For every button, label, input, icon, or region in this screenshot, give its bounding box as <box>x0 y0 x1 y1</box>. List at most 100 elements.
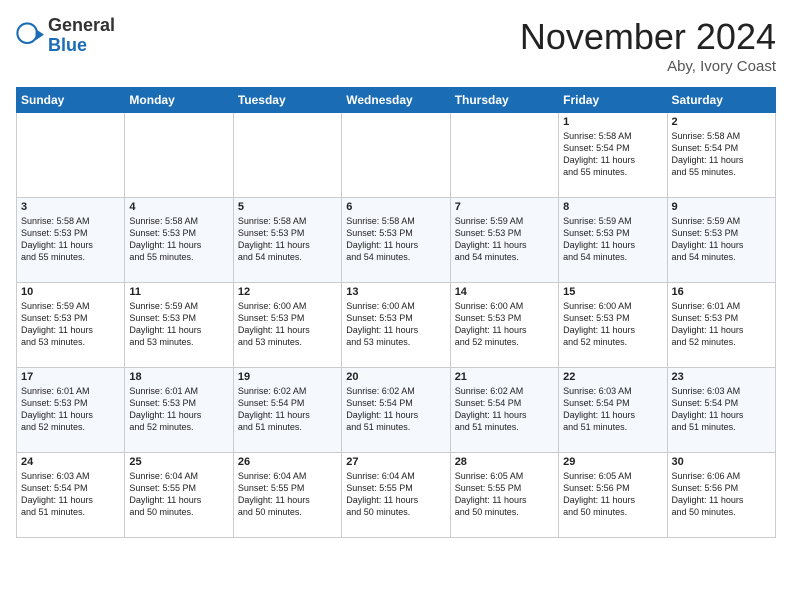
calendar-cell: 17 Sunrise: 6:01 AM Sunset: 5:53 PM Dayli… <box>17 368 125 453</box>
calendar-cell: 29Sunrise: 6:05 AM Sunset: 5:56 PM Dayli… <box>559 453 667 538</box>
calendar-cell: 20 Sunrise: 6:02 AM Sunset: 5:54 PM Dayli… <box>342 368 450 453</box>
calendar-cell: 30 Sunrise: 6:06 AM Sunset: 5:56 PM Dayli… <box>667 453 775 538</box>
calendar-cell: 18 Sunrise: 6:01 AM Sunset: 5:53 PM Dayli… <box>125 368 233 453</box>
month-title: November 2024 <box>520 16 776 58</box>
calendar-cell: 24 Sunrise: 6:03 AM Sunset: 5:54 PM Dayli… <box>17 453 125 538</box>
day-number: 1 <box>563 116 662 128</box>
cell-info: Sunrise: 6:00 AM Sunset: 5:53 PM Dayligh… <box>455 300 554 349</box>
day-number: 30 <box>672 456 771 468</box>
day-number: 26 <box>238 456 337 468</box>
cell-info: Sunrise: 6:01 AM Sunset: 5:53 PM Dayligh… <box>21 385 120 434</box>
day-number: 19 <box>238 371 337 383</box>
day-number: 17 <box>21 371 120 383</box>
calendar-cell: 12Sunrise: 6:00 AM Sunset: 5:53 PM Dayli… <box>233 283 341 368</box>
day-number: 4 <box>129 201 228 213</box>
cell-info: Sunrise: 6:02 AM Sunset: 5:54 PM Dayligh… <box>346 385 445 434</box>
day-number: 8 <box>563 201 662 213</box>
calendar-week-row: 17 Sunrise: 6:01 AM Sunset: 5:53 PM Dayli… <box>17 368 776 453</box>
cell-info: Sunrise: 5:59 AM Sunset: 5:53 PM Dayligh… <box>129 300 228 349</box>
calendar-cell: 6 Sunrise: 5:58 AM Sunset: 5:53 PM Daylig… <box>342 198 450 283</box>
day-number: 11 <box>129 286 228 298</box>
logo-icon <box>16 22 44 50</box>
calendar-cell: 28 Sunrise: 6:05 AM Sunset: 5:55 PM Dayli… <box>450 453 558 538</box>
cell-info: Sunrise: 5:59 AM Sunset: 5:53 PM Dayligh… <box>563 215 662 264</box>
title-block: November 2024 Aby, Ivory Coast <box>520 16 776 75</box>
calendar-cell: 27 Sunrise: 6:04 AM Sunset: 5:55 PM Dayli… <box>342 453 450 538</box>
weekday-header: Saturday <box>667 88 775 113</box>
calendar-week-row: 1 Sunrise: 5:58 AM Sunset: 5:54 PM Daylig… <box>17 113 776 198</box>
calendar-cell: 7Sunrise: 5:59 AM Sunset: 5:53 PM Daylig… <box>450 198 558 283</box>
cell-info: Sunrise: 5:58 AM Sunset: 5:53 PM Dayligh… <box>238 215 337 264</box>
weekday-header: Monday <box>125 88 233 113</box>
day-number: 14 <box>455 286 554 298</box>
calendar-cell: 4 Sunrise: 5:58 AM Sunset: 5:53 PM Daylig… <box>125 198 233 283</box>
calendar-cell: 26 Sunrise: 6:04 AM Sunset: 5:55 PM Dayli… <box>233 453 341 538</box>
calendar-cell: 10Sunrise: 5:59 AM Sunset: 5:53 PM Dayli… <box>17 283 125 368</box>
day-number: 10 <box>21 286 120 298</box>
calendar-cell: 3 Sunrise: 5:58 AM Sunset: 5:53 PM Daylig… <box>17 198 125 283</box>
logo-general: General <box>48 16 115 36</box>
calendar-cell: 16 Sunrise: 6:01 AM Sunset: 5:53 PM Dayli… <box>667 283 775 368</box>
day-number: 13 <box>346 286 445 298</box>
cell-info: Sunrise: 6:03 AM Sunset: 5:54 PM Dayligh… <box>563 385 662 434</box>
calendar-cell: 13 Sunrise: 6:00 AM Sunset: 5:53 PM Dayli… <box>342 283 450 368</box>
day-number: 18 <box>129 371 228 383</box>
calendar-cell: 21 Sunrise: 6:02 AM Sunset: 5:54 PM Dayli… <box>450 368 558 453</box>
day-number: 20 <box>346 371 445 383</box>
day-number: 5 <box>238 201 337 213</box>
cell-info: Sunrise: 6:01 AM Sunset: 5:53 PM Dayligh… <box>672 300 771 349</box>
cell-info: Sunrise: 6:00 AM Sunset: 5:53 PM Dayligh… <box>238 300 337 349</box>
day-number: 22 <box>563 371 662 383</box>
calendar-cell <box>342 113 450 198</box>
cell-info: Sunrise: 6:05 AM Sunset: 5:56 PM Dayligh… <box>563 470 662 519</box>
day-number: 21 <box>455 371 554 383</box>
cell-info: Sunrise: 6:04 AM Sunset: 5:55 PM Dayligh… <box>129 470 228 519</box>
calendar-cell: 8 Sunrise: 5:59 AM Sunset: 5:53 PM Daylig… <box>559 198 667 283</box>
day-number: 6 <box>346 201 445 213</box>
weekday-header: Tuesday <box>233 88 341 113</box>
cell-info: Sunrise: 6:02 AM Sunset: 5:54 PM Dayligh… <box>238 385 337 434</box>
cell-info: Sunrise: 5:59 AM Sunset: 5:53 PM Dayligh… <box>672 215 771 264</box>
cell-info: Sunrise: 6:06 AM Sunset: 5:56 PM Dayligh… <box>672 470 771 519</box>
day-number: 16 <box>672 286 771 298</box>
cell-info: Sunrise: 5:58 AM Sunset: 5:54 PM Dayligh… <box>672 130 771 179</box>
calendar-cell: 2 Sunrise: 5:58 AM Sunset: 5:54 PM Daylig… <box>667 113 775 198</box>
day-number: 23 <box>672 371 771 383</box>
calendar-cell: 22 Sunrise: 6:03 AM Sunset: 5:54 PM Dayli… <box>559 368 667 453</box>
cell-info: Sunrise: 5:59 AM Sunset: 5:53 PM Dayligh… <box>455 215 554 264</box>
calendar-table: SundayMondayTuesdayWednesdayThursdayFrid… <box>16 87 776 538</box>
cell-info: Sunrise: 6:04 AM Sunset: 5:55 PM Dayligh… <box>238 470 337 519</box>
day-number: 27 <box>346 456 445 468</box>
weekday-header: Friday <box>559 88 667 113</box>
cell-info: Sunrise: 6:02 AM Sunset: 5:54 PM Dayligh… <box>455 385 554 434</box>
cell-info: Sunrise: 5:58 AM Sunset: 5:53 PM Dayligh… <box>346 215 445 264</box>
calendar-cell: 15 Sunrise: 6:00 AM Sunset: 5:53 PM Dayli… <box>559 283 667 368</box>
calendar-cell: 11 Sunrise: 5:59 AM Sunset: 5:53 PM Dayli… <box>125 283 233 368</box>
calendar-cell <box>17 113 125 198</box>
location: Aby, Ivory Coast <box>520 58 776 75</box>
day-number: 15 <box>563 286 662 298</box>
cell-info: Sunrise: 6:03 AM Sunset: 5:54 PM Dayligh… <box>21 470 120 519</box>
cell-info: Sunrise: 6:04 AM Sunset: 5:55 PM Dayligh… <box>346 470 445 519</box>
cell-info: Sunrise: 6:05 AM Sunset: 5:55 PM Dayligh… <box>455 470 554 519</box>
calendar-cell: 5 Sunrise: 5:58 AM Sunset: 5:53 PM Daylig… <box>233 198 341 283</box>
calendar-cell: 19 Sunrise: 6:02 AM Sunset: 5:54 PM Dayli… <box>233 368 341 453</box>
weekday-header: Sunday <box>17 88 125 113</box>
cell-info: Sunrise: 5:58 AM Sunset: 5:53 PM Dayligh… <box>21 215 120 264</box>
day-number: 2 <box>672 116 771 128</box>
calendar-cell: 14 Sunrise: 6:00 AM Sunset: 5:53 PM Dayli… <box>450 283 558 368</box>
calendar-cell: 1Sunrise: 5:58 AM Sunset: 5:54 PM Daylig… <box>559 113 667 198</box>
cell-info: Sunrise: 5:58 AM Sunset: 5:53 PM Dayligh… <box>129 215 228 264</box>
cell-info: Sunrise: 6:01 AM Sunset: 5:53 PM Dayligh… <box>129 385 228 434</box>
calendar-cell <box>450 113 558 198</box>
day-number: 3 <box>21 201 120 213</box>
day-number: 28 <box>455 456 554 468</box>
weekday-header: Wednesday <box>342 88 450 113</box>
cell-info: Sunrise: 6:00 AM Sunset: 5:53 PM Dayligh… <box>346 300 445 349</box>
day-number: 24 <box>21 456 120 468</box>
calendar-week-row: 10 Sunrise: 5:59 AM Sunset: 5:53 PM Dayli… <box>17 283 776 368</box>
cell-info: Sunrise: 6:00 AM Sunset: 5:53 PM Dayligh… <box>563 300 662 349</box>
day-number: 25 <box>129 456 228 468</box>
calendar-week-row: 24 Sunrise: 6:03 AM Sunset: 5:54 PM Dayli… <box>17 453 776 538</box>
calendar-cell: 25 Sunrise: 6:04 AM Sunset: 5:55 PM Dayli… <box>125 453 233 538</box>
